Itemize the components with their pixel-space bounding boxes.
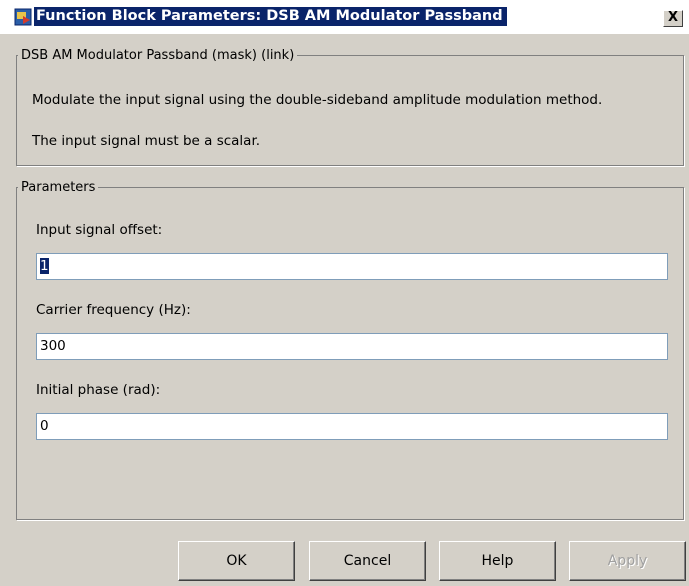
- initial-phase-label: Initial phase (rad):: [36, 382, 161, 398]
- close-button[interactable]: X: [663, 10, 683, 27]
- simulink-block-icon: [14, 8, 32, 26]
- carrier-frequency-label: Carrier frequency (Hz):: [36, 302, 191, 318]
- apply-button[interactable]: Apply: [569, 541, 686, 581]
- parameters-legend: Parameters: [21, 180, 96, 195]
- input-signal-offset-value: 1: [40, 258, 49, 274]
- initial-phase-value: 0: [40, 418, 49, 434]
- title-bar[interactable]: Function Block Parameters: DSB AM Modula…: [0, 0, 689, 34]
- description-legend: DSB AM Modulator Passband (mask) (link): [21, 48, 295, 63]
- description-line-2: The input signal must be a scalar.: [32, 133, 261, 149]
- description-line-1: Modulate the input signal using the doub…: [32, 92, 603, 108]
- ok-button[interactable]: OK: [178, 541, 295, 581]
- input-signal-offset-field[interactable]: 1: [36, 253, 668, 280]
- carrier-frequency-value: 300: [40, 338, 66, 354]
- carrier-frequency-field[interactable]: 300: [36, 333, 668, 360]
- window-title: Function Block Parameters: DSB AM Modula…: [34, 7, 507, 26]
- input-signal-offset-label: Input signal offset:: [36, 222, 163, 238]
- initial-phase-field[interactable]: 0: [36, 413, 668, 440]
- cancel-button[interactable]: Cancel: [309, 541, 426, 581]
- help-button[interactable]: Help: [439, 541, 556, 581]
